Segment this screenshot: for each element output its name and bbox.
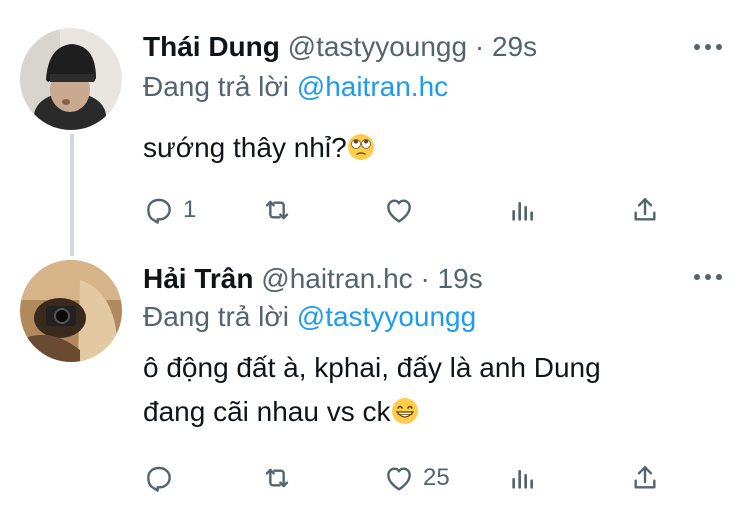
tweet-header: Thái Dung @tastyyoungg · 29s	[143, 30, 537, 64]
reply-count: 1	[183, 196, 197, 223]
timestamp[interactable]: 29s	[492, 31, 537, 62]
retweet-button[interactable]	[261, 190, 301, 230]
more-icon[interactable]	[694, 272, 722, 282]
avatar[interactable]	[20, 260, 122, 362]
display-name[interactable]: Thái Dung	[143, 31, 280, 62]
like-count: 25	[423, 464, 450, 491]
avatar[interactable]	[20, 28, 122, 130]
tweet-header: Hải Trân @haitran.hc · 19s	[143, 262, 483, 296]
replying-prefix: Đang trả lời	[143, 301, 289, 332]
tweet-text-content: đang cãi nhau vs ck	[143, 396, 391, 427]
timestamp[interactable]: 19s	[438, 263, 483, 294]
retweet-icon	[265, 200, 289, 220]
tweet-text-line: ô động đất à, kphai, đấy là anh Dung	[143, 352, 601, 383]
tweet-text: sướng thây nhỉ?	[143, 126, 723, 170]
tweet[interactable]: Hải Trân @haitran.hc · 19s Đang trả lời …	[0, 250, 750, 508]
user-handle[interactable]: @haitran.hc	[261, 263, 412, 294]
like-button[interactable]: 25	[383, 458, 450, 498]
share-icon	[634, 466, 656, 489]
views-icon	[512, 202, 533, 221]
retweet-button[interactable]	[261, 458, 301, 498]
views-icon	[512, 470, 533, 489]
replying-to: Đang trả lời @haitran.hc	[143, 70, 448, 104]
tweet[interactable]: Thái Dung @tastyyoungg · 29s Đang trả lờ…	[0, 0, 750, 250]
views-button[interactable]	[507, 190, 539, 230]
tweet-actions: 1	[143, 190, 663, 230]
tweet-actions: 25	[143, 458, 663, 498]
more-icon[interactable]	[694, 42, 722, 52]
like-icon	[387, 467, 411, 491]
share-button[interactable]	[629, 190, 661, 230]
eye-roll-emoji-icon	[347, 134, 374, 160]
replying-prefix: Đang trả lời	[143, 71, 289, 102]
mention-link[interactable]: @haitran.hc	[297, 71, 448, 102]
mention-link[interactable]: @tastyyoungg	[297, 301, 476, 332]
separator: ·	[420, 263, 430, 294]
replying-to: Đang trả lời @tastyyoungg	[143, 300, 476, 334]
views-button[interactable]	[507, 458, 539, 498]
like-button[interactable]	[383, 190, 423, 230]
reply-button[interactable]: 1	[143, 190, 196, 230]
like-icon	[387, 199, 411, 223]
reply-icon	[147, 466, 171, 492]
tweet-text-content: sướng thây nhỉ?	[143, 132, 347, 163]
share-button[interactable]	[629, 458, 661, 498]
retweet-icon	[265, 468, 289, 488]
reply-icon	[147, 198, 171, 224]
grinning-emoji-icon	[391, 398, 418, 424]
display-name[interactable]: Hải Trân	[143, 263, 253, 294]
tweet-text-line-2: đang cãi nhau vs ck	[143, 390, 723, 434]
separator: ·	[474, 31, 485, 62]
user-handle[interactable]: @tastyyoungg	[288, 31, 467, 62]
share-icon	[634, 198, 656, 221]
tweet-text: ô động đất à, kphai, đấy là anh Dung đan…	[143, 346, 723, 434]
reply-button[interactable]	[143, 458, 183, 498]
